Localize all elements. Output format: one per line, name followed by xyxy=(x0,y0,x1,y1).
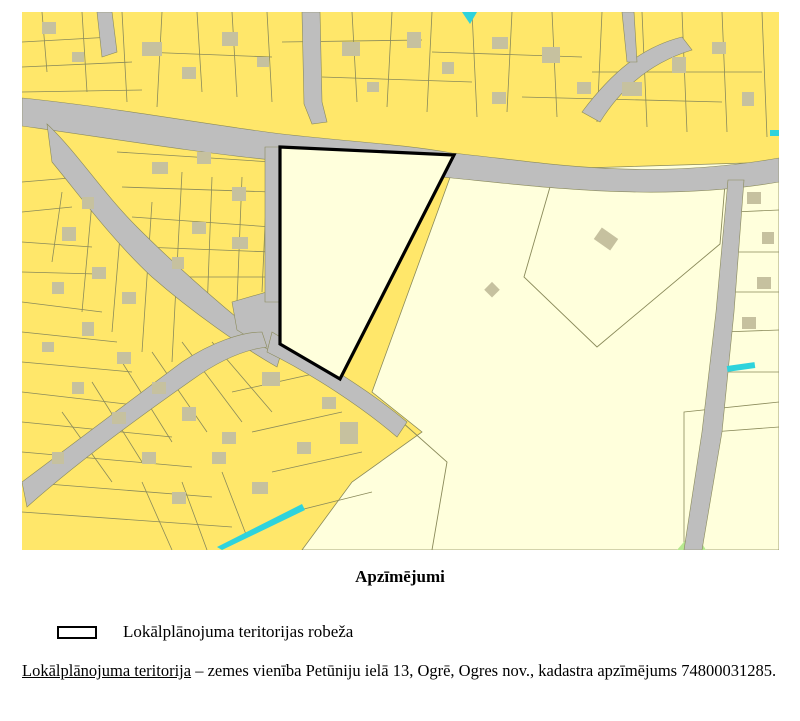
description-text: – zemes vienība Petūniju ielā 13, Ogrē, … xyxy=(191,661,777,680)
legend-item-label: Lokālplānojuma teritorijas robeža xyxy=(123,622,354,641)
description-term: Lokālplānojuma teritorija xyxy=(22,661,192,680)
legend-item-boundary: Lokālplānojuma teritorijas robeža xyxy=(57,620,353,644)
legend-title: Apzīmējumi xyxy=(355,567,445,586)
cadastral-map[interactable] xyxy=(22,12,779,550)
boundary-swatch xyxy=(57,625,97,639)
territory-description: Lokālplānojuma teritorija – zemes vienīb… xyxy=(22,660,778,681)
